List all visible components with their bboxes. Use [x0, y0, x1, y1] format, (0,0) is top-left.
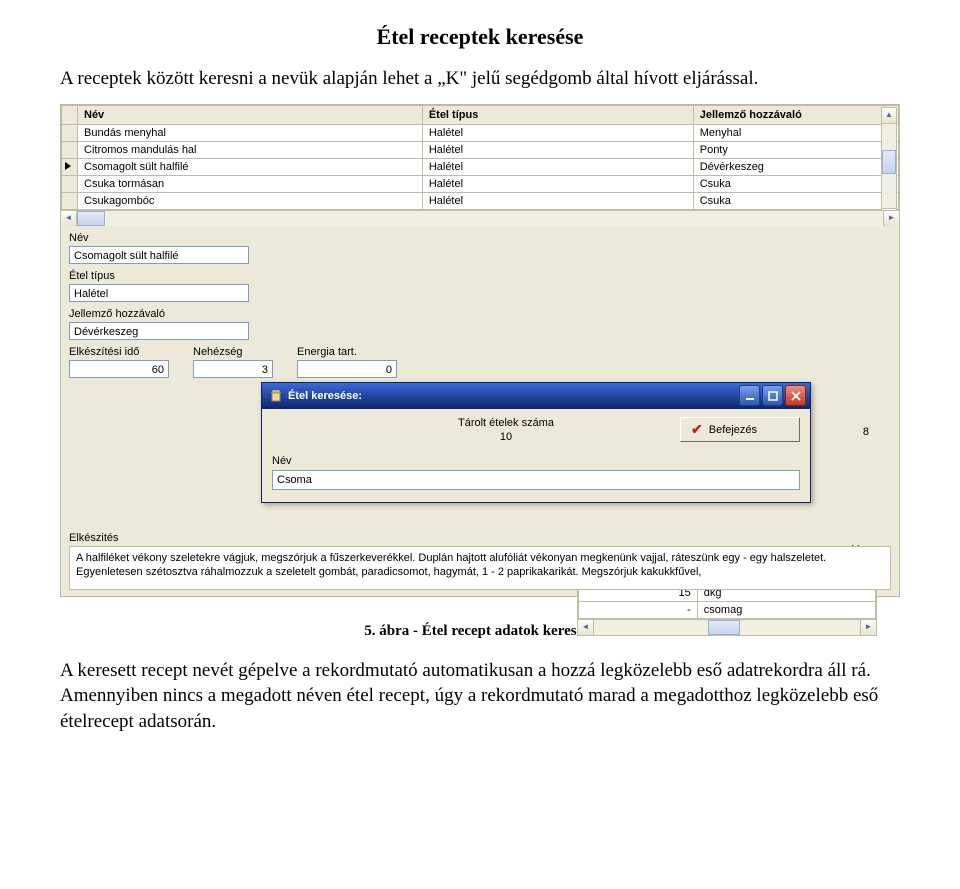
difficulty-field[interactable]: 3 — [193, 360, 273, 378]
side-scroll-right-button[interactable]: ► — [860, 620, 876, 635]
side-hscroll-thumb[interactable] — [708, 620, 740, 635]
table-row[interactable]: Bundás menyhalHalételMenyhal — [62, 124, 899, 141]
qty-cell[interactable]: - — [579, 601, 698, 618]
cell-name[interactable]: Csukagombóc — [78, 192, 423, 209]
row-indicator — [62, 192, 78, 209]
energy-label: Energia tart. — [297, 346, 397, 358]
energy-field[interactable]: 0 — [297, 360, 397, 378]
cell-name[interactable]: Csuka tormásan — [78, 175, 423, 192]
cell-name[interactable]: Csomagolt sült halfilé — [78, 158, 423, 175]
grid-horizontal-scrollbar[interactable]: ◄ ► — [61, 210, 899, 226]
row-indicator — [62, 124, 78, 141]
cell-type[interactable]: Halétel — [422, 124, 693, 141]
row-indicator — [62, 175, 78, 192]
cell-ingredient[interactable]: Csuka — [693, 192, 898, 209]
dialog-titlebar[interactable]: Étel keresése: — [262, 383, 810, 409]
dialog-title: Étel keresése: — [288, 390, 737, 402]
detail-form: Név Csomagolt sült halfilé Étel típus Ha… — [61, 226, 899, 386]
doc-title: Étel receptek keresése — [60, 24, 900, 50]
cell-name[interactable]: Bundás menyhal — [78, 124, 423, 141]
counter-label: Tárolt ételek száma — [332, 417, 680, 429]
unit-cell[interactable]: csomag — [697, 601, 875, 618]
scroll-thumb[interactable] — [882, 150, 896, 174]
dialog-icon — [268, 388, 284, 404]
right-count: 8 — [863, 426, 869, 438]
grid-vertical-scrollbar[interactable]: ▲ ▼ — [881, 107, 897, 225]
prep-label: Elkészités — [61, 528, 899, 544]
table-row[interactable]: Csuka tormásanHalételCsuka — [62, 175, 899, 192]
row-indicator — [62, 158, 78, 175]
counter-value: 10 — [332, 431, 680, 443]
search-dialog: Étel keresése: Tárolt étel — [261, 382, 811, 503]
grid-corner — [62, 105, 78, 124]
hscroll-thumb[interactable] — [77, 211, 105, 226]
scroll-up-button[interactable]: ▲ — [882, 108, 896, 124]
finish-button[interactable]: ✔ Befejezés — [680, 417, 800, 442]
search-name-input[interactable] — [272, 470, 800, 490]
maximize-button[interactable] — [762, 385, 783, 406]
outro-paragraph: A keresett recept nevét gépelve a rekord… — [60, 658, 900, 735]
cell-ingredient[interactable]: Dévérkeszeg — [693, 158, 898, 175]
col-ingredient[interactable]: Jellemző hozzávaló — [693, 105, 898, 124]
search-name-label: Név — [272, 455, 800, 467]
table-row[interactable]: Csomagolt sült halfiléHalételDévérkeszeg — [62, 158, 899, 175]
ingredient-field[interactable]: Dévérkeszeg — [69, 322, 249, 340]
check-icon: ✔ — [691, 421, 703, 438]
finish-button-label: Befejezés — [709, 424, 757, 436]
cell-ingredient[interactable]: Ponty — [693, 141, 898, 158]
time-field[interactable]: 60 — [69, 360, 169, 378]
close-button[interactable] — [785, 385, 806, 406]
time-label: Elkészítési idő — [69, 346, 169, 358]
type-field[interactable]: Halétel — [69, 284, 249, 302]
list-item[interactable]: -csomag — [579, 601, 876, 618]
name-field[interactable]: Csomagolt sült halfilé — [69, 246, 249, 264]
cell-name[interactable]: Citromos mandulás hal — [78, 141, 423, 158]
row-indicator — [62, 141, 78, 158]
recipe-grid[interactable]: Név Étel típus Jellemző hozzávaló Bundás… — [61, 105, 899, 210]
type-label: Étel típus — [69, 270, 249, 282]
cell-type[interactable]: Halétel — [422, 141, 693, 158]
col-name[interactable]: Név — [78, 105, 423, 124]
screenshot-panel: Név Étel típus Jellemző hozzávaló Bundás… — [60, 104, 900, 597]
ingredient-label: Jellemző hozzávaló — [69, 308, 249, 320]
cell-ingredient[interactable]: Csuka — [693, 175, 898, 192]
intro-paragraph: A receptek között keresni a nevük alapjá… — [60, 66, 900, 92]
minimize-button[interactable] — [739, 385, 760, 406]
name-label: Név — [69, 232, 249, 244]
scroll-left-button[interactable]: ◄ — [61, 211, 77, 226]
table-row[interactable]: Citromos mandulás halHalételPonty — [62, 141, 899, 158]
table-row[interactable]: CsukagombócHalételCsuka — [62, 192, 899, 209]
cell-type[interactable]: Halétel — [422, 158, 693, 175]
side-scroll-left-button[interactable]: ◄ — [578, 620, 594, 635]
cell-type[interactable]: Halétel — [422, 192, 693, 209]
prep-text[interactable]: A halfiléket vékony szeletekre vágjuk, m… — [69, 546, 891, 590]
difficulty-label: Nehézség — [193, 346, 273, 358]
cell-ingredient[interactable]: Menyhal — [693, 124, 898, 141]
col-type[interactable]: Étel típus — [422, 105, 693, 124]
cell-type[interactable]: Halétel — [422, 175, 693, 192]
scroll-right-button[interactable]: ► — [883, 211, 899, 226]
